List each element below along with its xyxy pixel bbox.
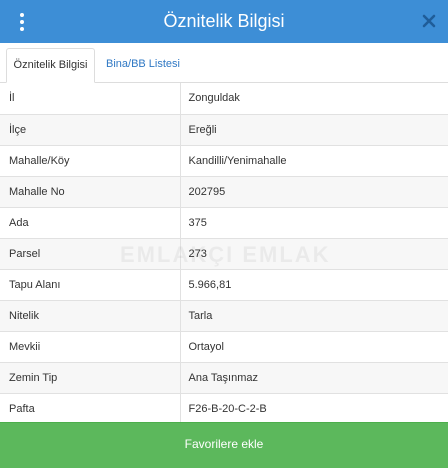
attribute-label: İl bbox=[0, 83, 181, 115]
attribute-label: İlçe bbox=[0, 114, 181, 146]
attribute-value: Zonguldak bbox=[180, 83, 448, 115]
attribute-value: 273 bbox=[180, 238, 448, 270]
attribute-value: Ortayol bbox=[180, 331, 448, 363]
attribute-value: 5.966,81 bbox=[180, 269, 448, 301]
attribute-value: 202795 bbox=[180, 176, 448, 208]
attribute-label: Tapu Alanı bbox=[0, 269, 181, 301]
attribute-value: 375 bbox=[180, 207, 448, 239]
attribute-label: Mevkii bbox=[0, 331, 181, 363]
tab-building-list[interactable]: Bina/BB Listesi bbox=[98, 48, 188, 83]
attribute-value: F26-B-20-C-2-B bbox=[180, 393, 448, 425]
attribute-label: Mahalle No bbox=[0, 176, 181, 208]
add-to-favorites-button[interactable]: Favorilere ekle bbox=[0, 422, 448, 468]
attribute-label: Pafta bbox=[0, 393, 181, 425]
table-row: Mahalle/Köy Kandilli/Yenimahalle bbox=[0, 145, 448, 177]
attribute-label: Mahalle/Köy bbox=[0, 145, 181, 177]
table-row: Mahalle No 202795 bbox=[0, 176, 448, 208]
attribute-label: Parsel bbox=[0, 238, 181, 270]
attribute-table: İl Zonguldak İlçe Ereğli Mahalle/Köy Kan… bbox=[0, 83, 448, 425]
table-row: Mevkii Ortayol bbox=[0, 331, 448, 363]
attribute-label: Ada bbox=[0, 207, 181, 239]
table-row: Pafta F26-B-20-C-2-B bbox=[0, 393, 448, 425]
attribute-info-panel: Öznitelik Bilgisi Öznitelik Bilgisi Bina… bbox=[0, 0, 448, 468]
close-icon[interactable] bbox=[420, 12, 438, 30]
panel-header: Öznitelik Bilgisi bbox=[0, 0, 448, 43]
table-row: Nitelik Tarla bbox=[0, 300, 448, 332]
panel-title: Öznitelik Bilgisi bbox=[163, 11, 285, 31]
attribute-value: Tarla bbox=[180, 300, 448, 332]
table-row: Parsel 273 bbox=[0, 238, 448, 270]
attribute-value: Ereğli bbox=[180, 114, 448, 146]
table-row: İlçe Ereğli bbox=[0, 114, 448, 146]
table-row: Ada 375 bbox=[0, 207, 448, 239]
table-row: Zemin Tip Ana Taşınmaz bbox=[0, 362, 448, 394]
tab-bar: Öznitelik Bilgisi Bina/BB Listesi bbox=[0, 43, 448, 83]
table-row: Tapu Alanı 5.966,81 bbox=[0, 269, 448, 301]
tab-attribute-info[interactable]: Öznitelik Bilgisi bbox=[6, 48, 95, 83]
table-row: İl Zonguldak bbox=[0, 83, 448, 115]
attribute-label: Zemin Tip bbox=[0, 362, 181, 394]
attribute-value: Kandilli/Yenimahalle bbox=[180, 145, 448, 177]
attribute-label: Nitelik bbox=[0, 300, 181, 332]
attribute-value: Ana Taşınmaz bbox=[180, 362, 448, 394]
